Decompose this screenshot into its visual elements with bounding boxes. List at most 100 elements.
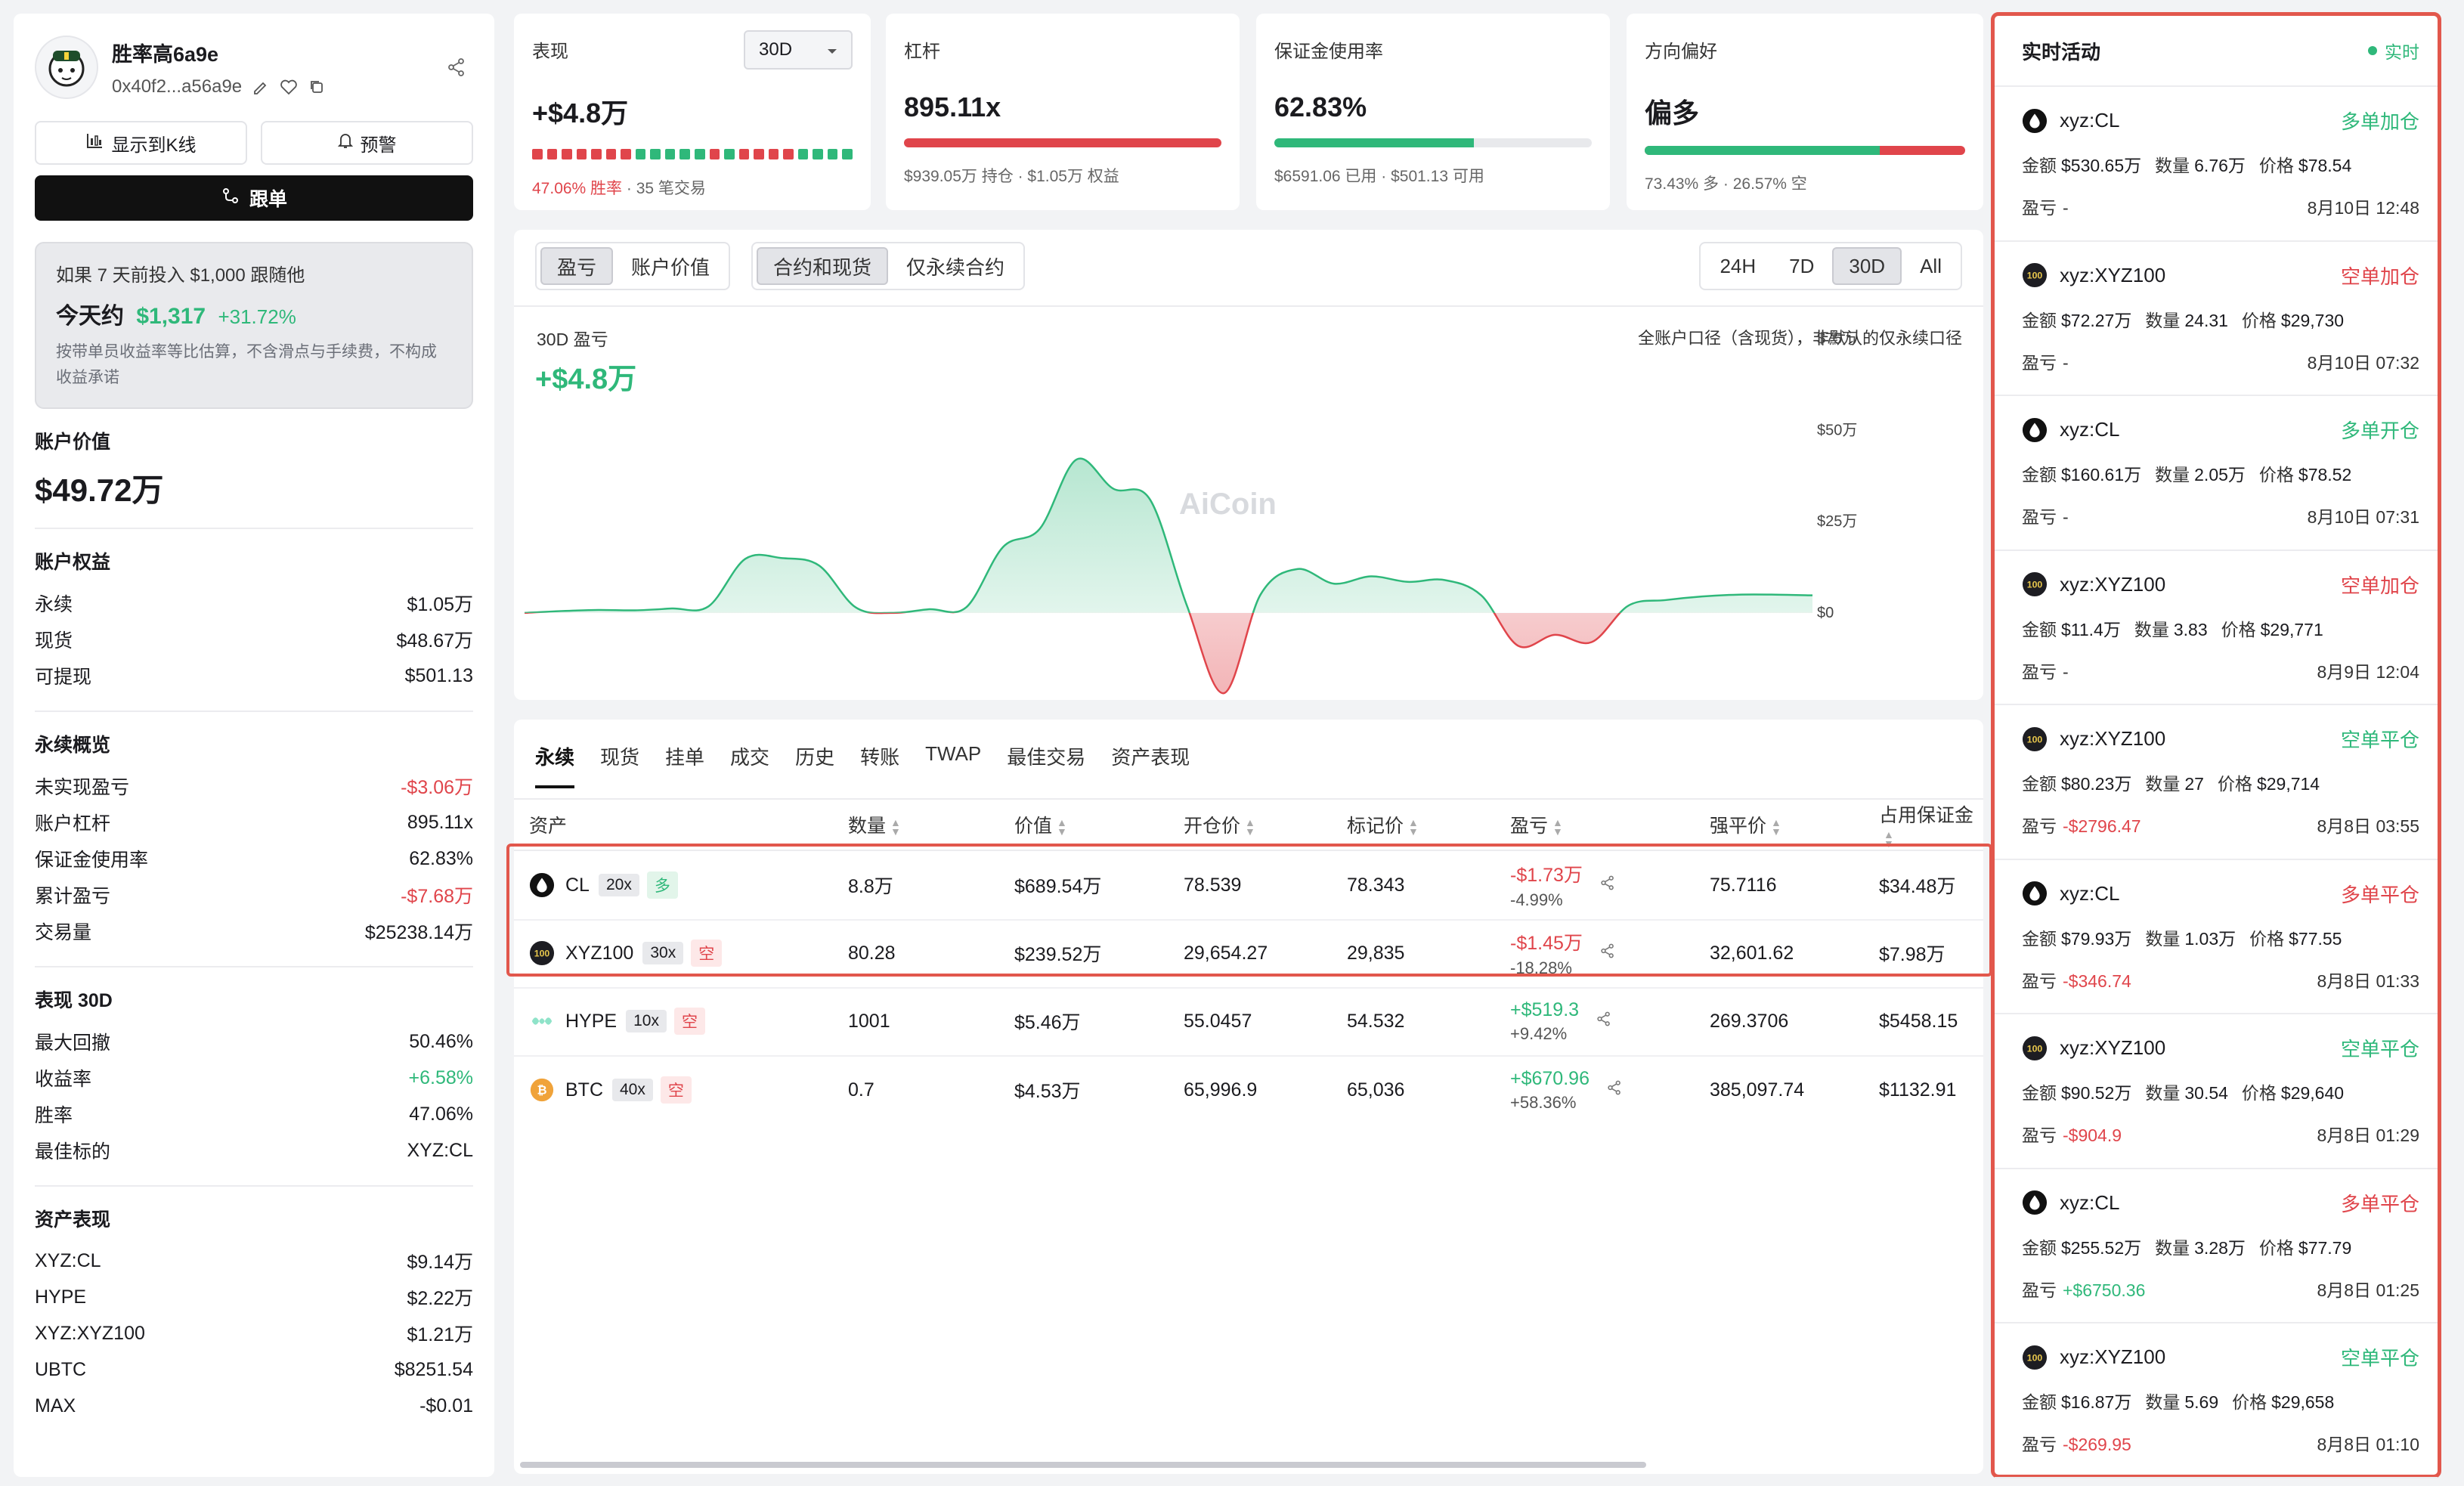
table-row[interactable]: CL 20x 多 8.8万 $689.54万 78.539 78.343 -$1.73万 -4.… (514, 851, 1983, 921)
trade-segment (738, 149, 750, 159)
leverage-badge: 30x (642, 942, 684, 964)
pnl-chart-card: 盈亏 账户价值 合约和现货 仅永续合约 24H 7D 30D All 30D 盈… (514, 230, 1983, 700)
tab-item-8[interactable]: 资产表现 (1111, 742, 1190, 788)
drop-icon (2022, 417, 2048, 443)
col-liq[interactable]: 强平价 ▲ ▼ (1710, 811, 1781, 838)
activity-amount: $16.87万 (2061, 1392, 2132, 1412)
pnl-point (670, 607, 673, 610)
pnl-point (1480, 594, 1483, 597)
performance-label: 收益率 (35, 1069, 92, 1090)
mark-cell: 54.532 (1347, 1010, 1405, 1032)
tab-perp[interactable]: 永续 (535, 742, 575, 788)
col-pnl[interactable]: 盈亏 ▲ ▼ (1510, 811, 1563, 838)
qty-cell: 8.8万 (848, 876, 893, 897)
amount-label: 金额 (2022, 310, 2057, 330)
margin-sub: $6591.06 已用 · $501.13 可用 (1274, 168, 1484, 185)
performance-row: 最佳标的 XYZ:CL (35, 1132, 473, 1169)
trader-name: 胜率高6a9e (112, 42, 219, 66)
amount-label: 金额 (2022, 1392, 2057, 1412)
pnl-point (707, 605, 710, 608)
tab-item-7[interactable]: 最佳交易 (1007, 742, 1085, 788)
col-entry[interactable]: 开仓价 ▲ ▼ (1184, 811, 1255, 838)
alert-button[interactable]: 预警 (261, 121, 473, 165)
perp-overview-value: 62.83% (409, 847, 473, 869)
period-dropdown[interactable]: 30D (744, 30, 853, 70)
tab-item-2[interactable]: 挂单 (665, 742, 704, 788)
share-icon[interactable] (1599, 943, 1616, 964)
trade-segment (664, 149, 676, 159)
activity-qty: 1.03万 (2184, 928, 2236, 949)
activity-pair: xyz:CL (2060, 109, 2120, 132)
pnl-point (928, 608, 931, 611)
equity-value: $1.05万 (407, 594, 473, 615)
margin-bar (1274, 138, 1592, 147)
copy-trade-button[interactable]: 跟单 (35, 175, 473, 221)
performance-row: 最大回撤 50.46% (35, 1023, 473, 1060)
activity-pair: xyz:XYZ100 (2060, 1345, 2166, 1368)
positions-tabs: 永续 现货 挂单 成交 历史 转账 TWAP 最佳交易 资产表现 (535, 742, 1190, 788)
pnl-point (744, 557, 747, 560)
col-qty[interactable]: 数量 ▲ ▼ (848, 811, 901, 838)
activity-action: 多单平仓 (2340, 883, 2419, 906)
simulation-today-pct: +31.72% (218, 305, 296, 328)
show-on-kline-button[interactable]: 显示到K线 (35, 121, 247, 165)
trade-segment (827, 149, 838, 159)
edit-icon[interactable] (252, 79, 269, 95)
activity-item[interactable]: 100 xyz:XYZ100 空单平仓 金额 $80.23万 数量 27 价格 $29,714 盈… (1995, 705, 2438, 860)
tab-item-4[interactable]: 历史 (795, 742, 834, 788)
activity-item[interactable]: xyz:CL 多单开仓 金额 $160.61万 数量 2.05万 价格 $78.52 盈亏 - 8月… (1995, 396, 2438, 551)
margin-label: 保证金使用率 (1274, 42, 1383, 62)
account-value-section: 账户价值 $49.72万 (35, 409, 473, 529)
share-icon[interactable] (446, 57, 467, 78)
pnl-point (964, 606, 967, 609)
trade-segment (797, 149, 809, 159)
trade-segment (650, 149, 661, 159)
pnl-area-positive (525, 458, 1812, 613)
activity-qty: 3.83 (2173, 619, 2208, 639)
asset-name: CL (565, 874, 590, 896)
tab-item-6[interactable]: TWAP (925, 742, 981, 788)
activity-item[interactable]: xyz:CL 多单加仓 金额 $530.65万 数量 6.76万 价格 $78.54 盈亏 - 8月… (1995, 87, 2438, 242)
table-row[interactable]: ₿ BTC 40x 空 0.7 $4.53万 65,996.9 65,036 +$670.96 +… (514, 1055, 1983, 1125)
activity-action: 空单加仓 (2340, 265, 2419, 288)
copy-icon[interactable] (308, 79, 325, 95)
performance-card: 表现 30D +$4.8万 47.06% 胜率 · 35 笔交易 (514, 14, 871, 210)
perp-overview-label: 累计盈亏 (35, 886, 111, 907)
direction-sub: 73.43% 多 · 26.57% 空 (1645, 175, 1807, 193)
pnl-point (560, 609, 563, 612)
share-icon[interactable] (1606, 1079, 1623, 1101)
activity-time: 8月10日 07:31 (2307, 507, 2419, 527)
tab-item-1[interactable]: 现货 (600, 742, 639, 788)
share-icon[interactable] (1596, 1011, 1612, 1032)
win-loss-segments (532, 149, 853, 159)
pnl-point (1039, 528, 1042, 531)
liq-cell: 75.7116 (1710, 874, 1777, 896)
horizontal-scrollbar[interactable] (520, 1462, 1646, 1468)
activity-item[interactable]: 100 xyz:XYZ100 空单加仓 金额 $72.27万 数量 24.31 价格 $29,7… (1995, 242, 2438, 396)
tab-item-3[interactable]: 成交 (730, 742, 769, 788)
trade-count: 35 笔交易 (636, 180, 706, 197)
activity-item[interactable]: xyz:CL 多单平仓 金额 $79.93万 数量 1.03万 价格 $77.55 盈亏 -$34… (1995, 860, 2438, 1014)
tab-item-5[interactable]: 转账 (860, 742, 899, 788)
margin-cell: $7.98万 (1879, 944, 1946, 965)
live-activity-title: 实时活动 (2022, 40, 2101, 63)
perp-overview-section: 永续概览 未实现盈亏 -$3.06万 账户杠杆 895.11x 保证金使用率 62.83%… (35, 712, 473, 967)
col-mark[interactable]: 标记价 ▲ ▼ (1347, 811, 1419, 838)
activity-item[interactable]: xyz:CL 多单平仓 金额 $255.52万 数量 3.28万 价格 $77.79 盈亏 +$6… (1995, 1169, 2438, 1323)
activity-price: $29,730 (2280, 310, 2345, 330)
activity-qty: 24.31 (2184, 310, 2228, 330)
share-icon[interactable] (1599, 875, 1616, 896)
table-row[interactable]: 100 XYZ100 30x 空 80.28 $239.52万 29,654.27 29,83… (514, 919, 1983, 989)
table-row[interactable]: HYPE 10x 空 1001 $5.46万 55.0457 54.532 +$519.3 +9… (514, 987, 1983, 1057)
activity-time: 8月8日 01:33 (2317, 971, 2419, 991)
activity-item[interactable]: 100 xyz:XYZ100 空单平仓 金额 $16.87万 数量 5.69 价格 $29,65… (1995, 1323, 2438, 1478)
col-value[interactable]: 价值 ▲ ▼ (1014, 811, 1067, 838)
col-margin[interactable]: 占用保证金▲ ▼ (1879, 800, 1983, 850)
asset-perf-row: HYPE $2.22万 (35, 1279, 473, 1315)
activity-action: 多单开仓 (2340, 419, 2419, 442)
positions-card: 永续 现货 挂单 成交 历史 转账 TWAP 最佳交易 资产表现 资产 数量 ▲ ▼ 价值 ▲ ▼ 开仓… (514, 720, 1983, 1474)
heart-icon[interactable] (280, 79, 298, 95)
activity-item[interactable]: 100 xyz:XYZ100 空单平仓 金额 $90.52万 数量 30.54 价格 $29,6… (1995, 1014, 2438, 1169)
side-badge: 空 (660, 1076, 692, 1104)
activity-item[interactable]: 100 xyz:XYZ100 空单加仓 金额 $11.4万 数量 3.83 价格 $29,771… (1995, 551, 2438, 705)
